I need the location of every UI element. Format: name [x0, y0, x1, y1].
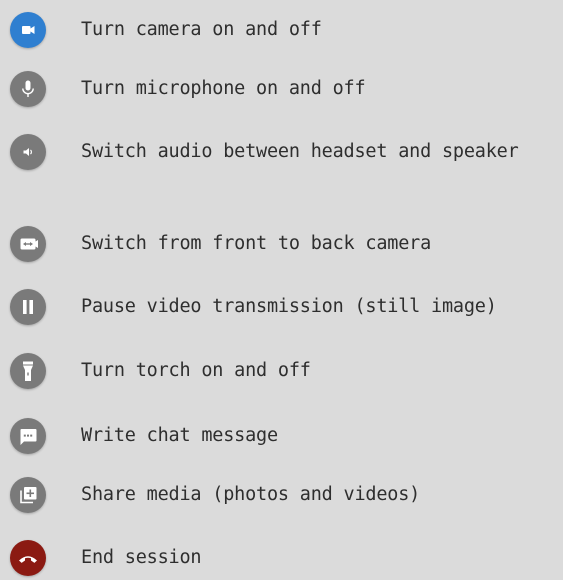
legend-item-end-session: End session	[0, 536, 563, 580]
camera-button[interactable]	[10, 12, 46, 48]
legend-label: Switch from front to back camera	[81, 233, 432, 254]
switch-camera-button[interactable]	[10, 226, 46, 262]
legend-item-speaker: Switch audio between headset and speaker	[0, 130, 563, 174]
legend-label: Write chat message	[81, 425, 278, 446]
speaker-icon	[23, 148, 33, 156]
torch-button[interactable]	[10, 353, 46, 389]
legend-label: Share media (photos and videos)	[81, 484, 421, 505]
pause-button[interactable]	[10, 289, 46, 325]
microphone-button[interactable]	[10, 71, 46, 107]
legend-label: Switch audio between headset and speaker	[81, 141, 519, 162]
microphone-icon	[22, 80, 34, 97]
pause-icon	[23, 300, 33, 314]
end-call-icon	[19, 556, 37, 563]
share-media-icon	[20, 487, 37, 504]
chat-icon	[20, 429, 37, 445]
legend-item-microphone: Turn microphone on and off	[0, 67, 563, 111]
chat-button[interactable]	[10, 418, 46, 454]
camera-icon	[22, 26, 35, 34]
legend-item-switch-camera: Switch from front to back camera	[0, 222, 563, 266]
legend-label: Turn microphone on and off	[81, 78, 366, 99]
legend-label: Turn torch on and off	[81, 360, 311, 381]
speaker-button[interactable]	[10, 134, 46, 170]
switch-camera-icon	[20, 238, 38, 250]
legend-item-pause: Pause video transmission (still image)	[0, 285, 563, 329]
legend-item-share-media: Share media (photos and videos)	[0, 473, 563, 517]
legend-item-chat: Write chat message	[0, 414, 563, 458]
legend-label: End session	[81, 547, 202, 568]
legend-label: Turn camera on and off	[81, 19, 322, 40]
torch-icon	[23, 361, 33, 381]
share-media-button[interactable]	[10, 477, 46, 513]
legend-label: Pause video transmission (still image)	[81, 296, 497, 317]
end-session-button[interactable]	[10, 540, 46, 576]
legend-item-camera: Turn camera on and off	[0, 8, 563, 52]
legend-item-torch: Turn torch on and off	[0, 349, 563, 393]
